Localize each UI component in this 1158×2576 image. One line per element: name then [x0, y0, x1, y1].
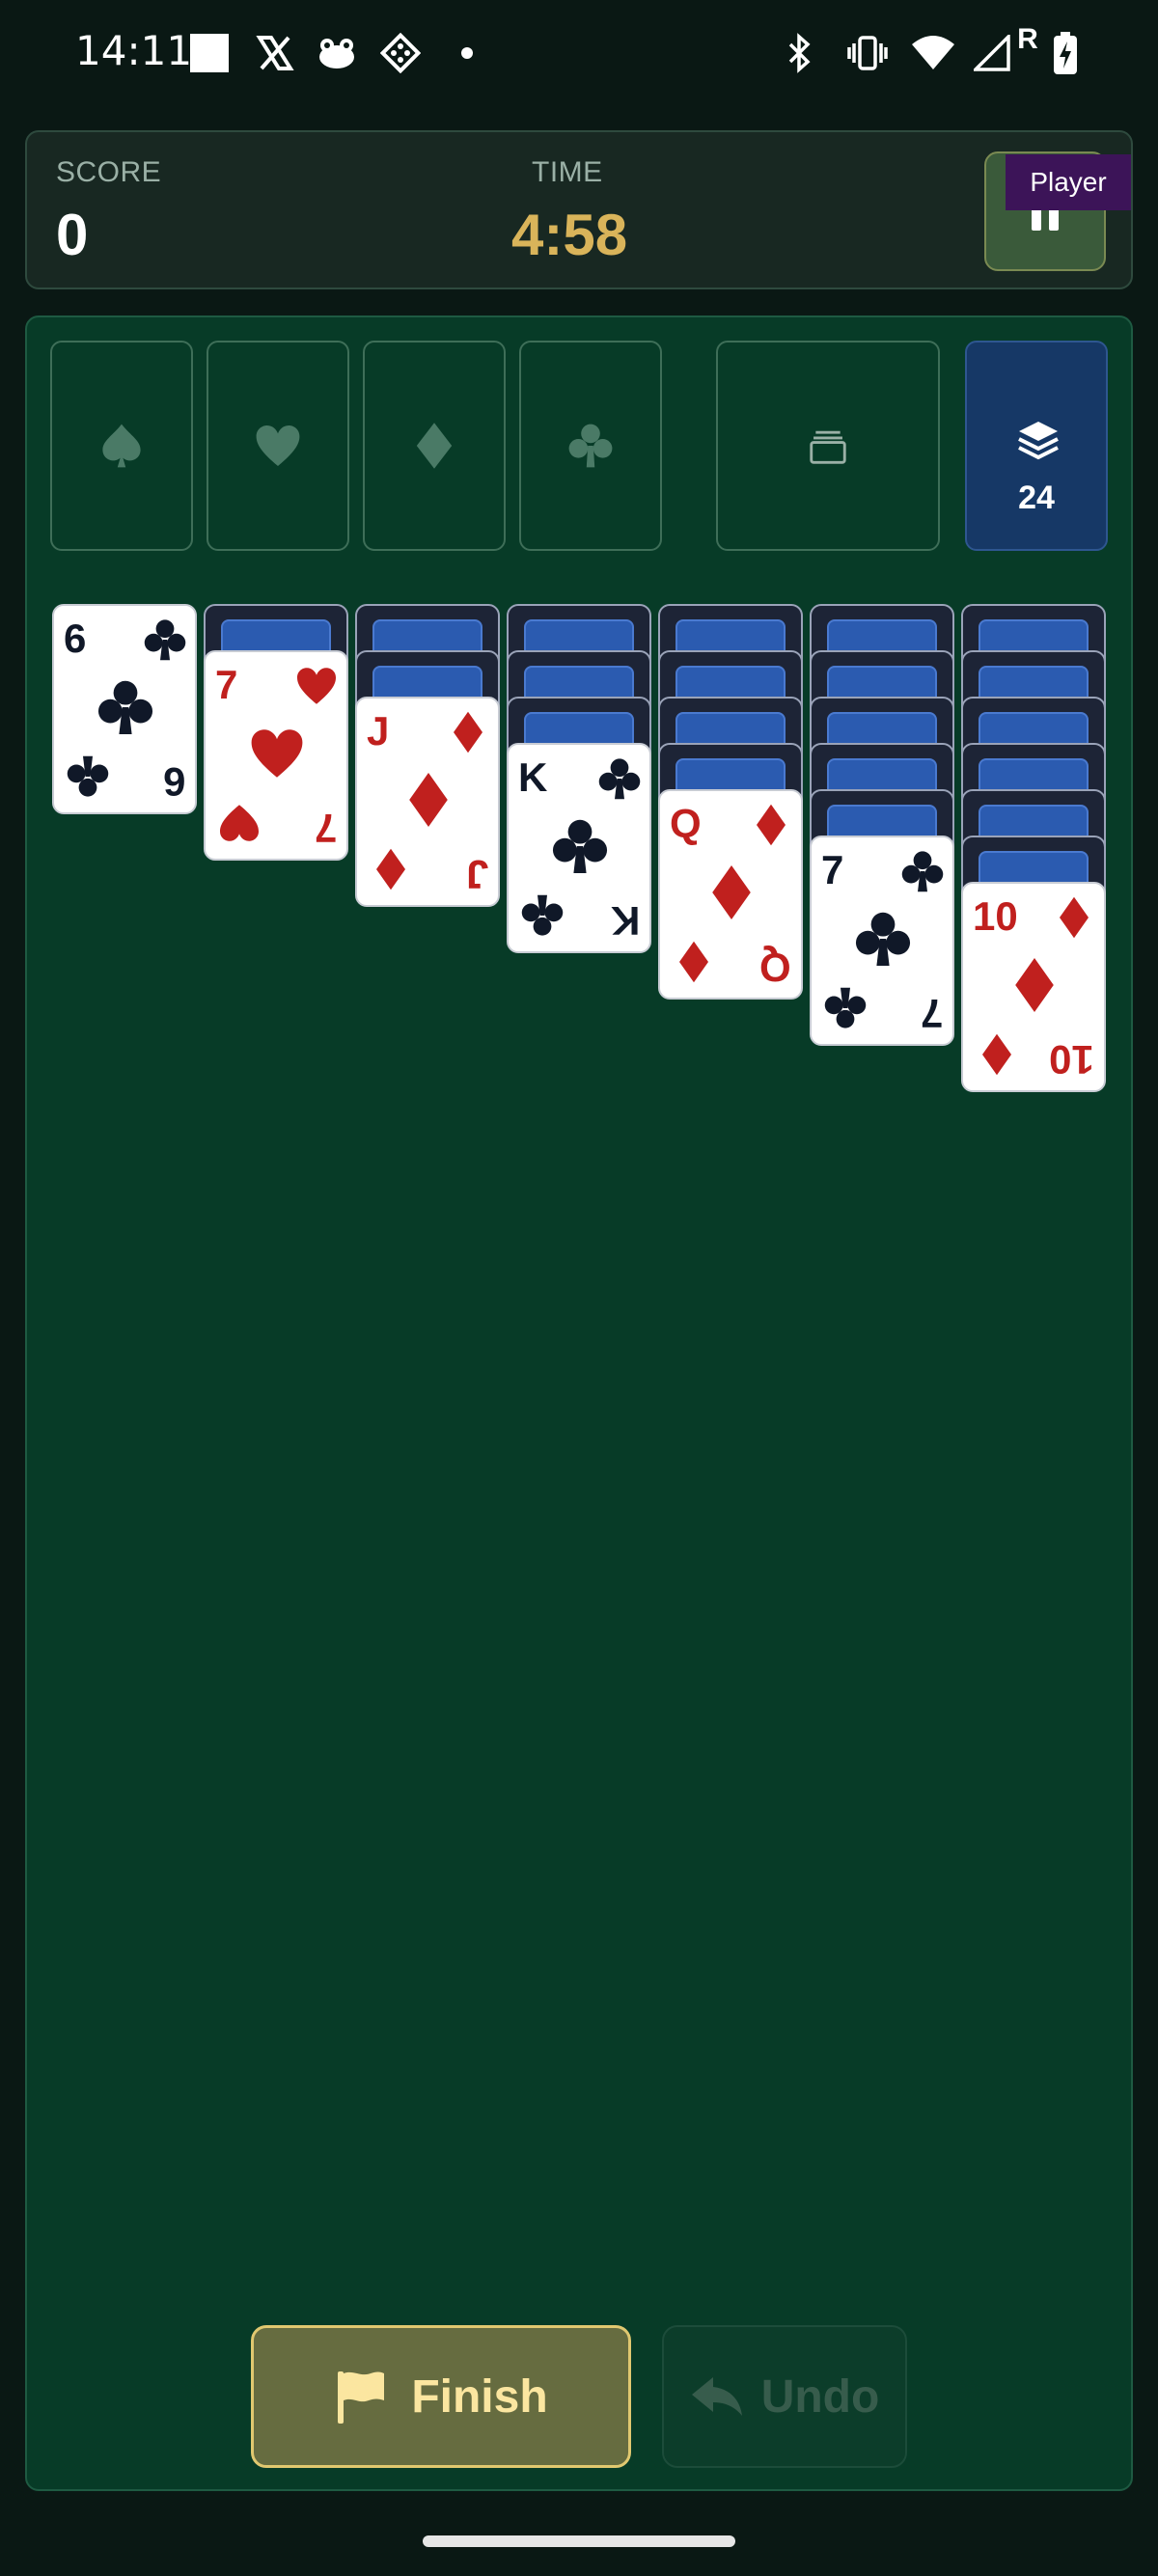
card-faceup[interactable]: 77	[810, 836, 954, 1046]
undo-button[interactable]: Undo	[662, 2325, 907, 2468]
diamond-icon	[679, 941, 708, 983]
finish-label: Finish	[411, 2370, 548, 2423]
card-faceup[interactable]: JJ	[355, 697, 500, 907]
diamond-icon	[982, 1033, 1011, 1076]
heart-icon	[297, 668, 336, 704]
status-time: 14:11	[75, 27, 193, 74]
card-rank-inverted: K	[610, 898, 640, 944]
diamond-icon	[416, 423, 453, 469]
card-rank-inverted: Q	[759, 945, 791, 990]
diamond-icon	[712, 864, 751, 920]
card-rank: J	[367, 708, 390, 754]
card-rank: 7	[821, 847, 844, 892]
white-square-icon	[189, 29, 230, 77]
card-rank-inverted: 6	[162, 759, 185, 805]
stock-count: 24	[1018, 480, 1055, 516]
club-icon	[598, 758, 641, 800]
stack-layers-icon	[1018, 422, 1059, 460]
score-label: SCORE	[56, 156, 162, 188]
waste-pile[interactable]	[716, 341, 940, 551]
card-rank: 10	[973, 893, 1018, 939]
player-badge: Player	[1006, 154, 1131, 210]
card-faceup[interactable]: 10 10	[961, 882, 1106, 1092]
x-icon	[253, 29, 297, 77]
diamond-icon	[757, 804, 786, 846]
card-rank-inverted: 10	[1049, 1037, 1094, 1082]
undo-arrow-icon	[691, 2377, 742, 2416]
card-rank-inverted: 7	[920, 991, 943, 1036]
vibrate-icon	[845, 29, 890, 77]
club-icon	[568, 424, 613, 468]
diamond-icon	[1015, 957, 1054, 1013]
spade-icon	[102, 424, 141, 468]
card-rank: Q	[670, 801, 702, 846]
card-faceup[interactable]: KK	[507, 743, 651, 953]
card-rank: K	[518, 754, 548, 800]
card-faceup[interactable]: 66	[52, 604, 197, 814]
dot-icon	[455, 29, 479, 77]
signal-icon	[973, 29, 1011, 77]
empty-waste-icon	[810, 430, 846, 464]
card-faceup[interactable]: QQ	[658, 789, 803, 1000]
time-value: 4:58	[511, 203, 628, 267]
club-icon	[824, 987, 867, 1028]
club-icon	[855, 912, 911, 967]
card-faceup[interactable]: 77	[204, 650, 348, 861]
foundation-diamonds[interactable]	[363, 341, 506, 551]
score-value: 0	[56, 203, 89, 267]
diamond-icon	[376, 848, 405, 891]
heart-icon	[220, 805, 259, 841]
club-icon	[67, 755, 109, 797]
roaming-indicator: R	[1017, 23, 1038, 55]
card-rank: 6	[64, 616, 87, 661]
status-bar: 14:11 R	[0, 0, 1158, 106]
diamond-icon	[1060, 896, 1089, 939]
card-rank-inverted: 7	[314, 806, 337, 851]
diamond-icon	[454, 711, 482, 754]
heart-icon	[251, 729, 303, 778]
club-icon	[521, 894, 564, 936]
wifi-icon	[909, 29, 957, 77]
club-icon	[97, 680, 153, 735]
stock-pile[interactable]: 24	[965, 341, 1108, 551]
diamond-grid-icon	[378, 29, 423, 77]
foundation-clubs[interactable]	[519, 341, 662, 551]
club-icon	[552, 819, 608, 874]
frog-icon	[315, 29, 359, 77]
card-rank: 7	[215, 662, 238, 707]
time-label: TIME	[532, 156, 603, 188]
heart-icon	[256, 425, 300, 466]
foundation-spades[interactable]	[50, 341, 193, 551]
bluetooth-icon	[782, 29, 816, 77]
undo-label: Undo	[760, 2370, 880, 2423]
home-indicator[interactable]	[423, 2535, 735, 2547]
battery-charging-icon	[1050, 29, 1081, 77]
club-icon	[901, 851, 944, 892]
finish-button[interactable]: Finish	[251, 2325, 631, 2468]
club-icon	[144, 619, 186, 661]
flag-icon	[338, 2371, 385, 2424]
score-header: SCORE 0 TIME 4:58	[25, 130, 1133, 289]
diamond-icon	[409, 772, 448, 828]
foundation-hearts[interactable]	[207, 341, 349, 551]
card-rank-inverted: J	[465, 852, 488, 897]
